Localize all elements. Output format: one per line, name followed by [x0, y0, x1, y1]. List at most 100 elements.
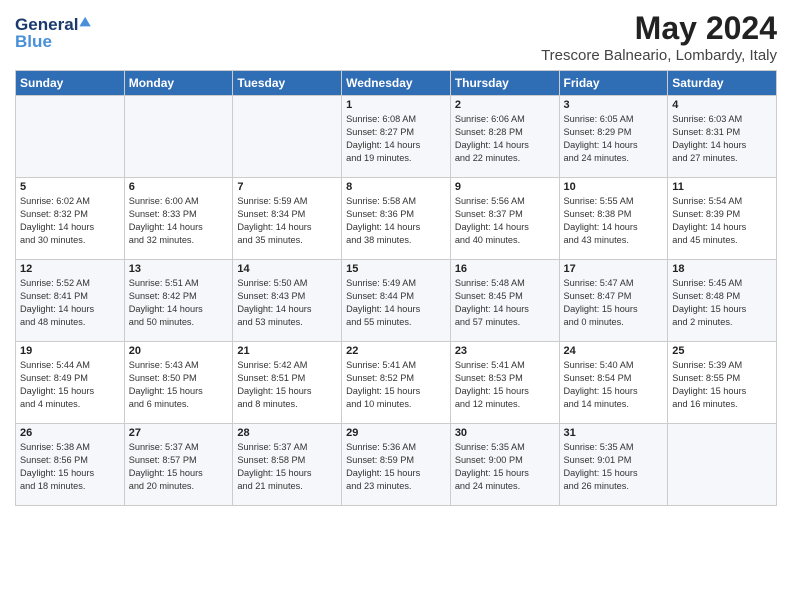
calendar-cell: 12 Sunrise: 5:52 AM Sunset: 8:41 PM Dayli…: [16, 260, 125, 342]
calendar-cell: 6Sunrise: 6:00 AM Sunset: 8:33 PM Daylig…: [124, 178, 233, 260]
calendar-cell: 19Sunrise: 5:44 AM Sunset: 8:49 PM Dayli…: [16, 342, 125, 424]
calendar-table: SundayMondayTuesdayWednesdayThursdayFrid…: [15, 70, 777, 506]
cell-info: Sunrise: 5:35 AM Sunset: 9:00 PM Dayligh…: [455, 441, 555, 493]
col-header-sunday: Sunday: [16, 71, 125, 96]
day-number: 26: [20, 427, 120, 439]
day-number: 5: [20, 181, 120, 193]
day-number: 11: [672, 181, 772, 193]
col-header-tuesday: Tuesday: [233, 71, 342, 96]
cell-info: Sunrise: 5:49 AM Sunset: 8:44 PM Dayligh…: [346, 277, 446, 329]
calendar-cell: 5Sunrise: 6:02 AM Sunset: 8:32 PM Daylig…: [16, 178, 125, 260]
calendar-cell: 11 Sunrise: 5:54 AM Sunset: 8:39 PM Dayli…: [668, 178, 777, 260]
day-number: 14: [237, 263, 337, 275]
day-number: 25: [672, 345, 772, 357]
day-number: 9: [455, 181, 555, 193]
logo: General Blue: [15, 10, 105, 55]
calendar-week-5: 26 Sunrise: 5:38 AM Sunset: 8:56 PM Dayli…: [16, 424, 777, 506]
cell-info: Sunrise: 6:06 AM Sunset: 8:28 PM Dayligh…: [455, 113, 555, 165]
day-number: 7: [237, 181, 337, 193]
cell-info: Sunrise: 5:50 AM Sunset: 8:43 PM Dayligh…: [237, 277, 337, 329]
calendar-cell: 26 Sunrise: 5:38 AM Sunset: 8:56 PM Dayli…: [16, 424, 125, 506]
day-number: 2: [455, 99, 555, 111]
calendar-cell: 22 Sunrise: 5:41 AM Sunset: 8:52 PM Dayli…: [342, 342, 451, 424]
calendar-cell: 7 Sunrise: 5:59 AM Sunset: 8:34 PM Daylig…: [233, 178, 342, 260]
calendar-header-row: SundayMondayTuesdayWednesdayThursdayFrid…: [16, 71, 777, 96]
calendar-cell: 2 Sunrise: 6:06 AM Sunset: 8:28 PM Daylig…: [450, 96, 559, 178]
day-number: 16: [455, 263, 555, 275]
cell-info: Sunrise: 6:03 AM Sunset: 8:31 PM Dayligh…: [672, 113, 772, 165]
day-number: 8: [346, 181, 446, 193]
main-title: May 2024: [541, 10, 777, 47]
calendar-cell: 1Sunrise: 6:08 AM Sunset: 8:27 PM Daylig…: [342, 96, 451, 178]
calendar-cell: 23 Sunrise: 5:41 AM Sunset: 8:53 PM Dayli…: [450, 342, 559, 424]
cell-info: Sunrise: 5:45 AM Sunset: 8:48 PM Dayligh…: [672, 277, 772, 329]
cell-info: Sunrise: 5:36 AM Sunset: 8:59 PM Dayligh…: [346, 441, 446, 493]
calendar-cell: 25 Sunrise: 5:39 AM Sunset: 8:55 PM Dayli…: [668, 342, 777, 424]
day-number: 12: [20, 263, 120, 275]
cell-info: Sunrise: 5:43 AM Sunset: 8:50 PM Dayligh…: [129, 359, 229, 411]
svg-text:Blue: Blue: [15, 32, 52, 51]
cell-info: Sunrise: 5:39 AM Sunset: 8:55 PM Dayligh…: [672, 359, 772, 411]
calendar-cell: 17 Sunrise: 5:47 AM Sunset: 8:47 PM Dayli…: [559, 260, 668, 342]
cell-info: Sunrise: 5:40 AM Sunset: 8:54 PM Dayligh…: [564, 359, 664, 411]
day-number: 30: [455, 427, 555, 439]
day-number: 10: [564, 181, 664, 193]
calendar-cell: [124, 96, 233, 178]
day-number: 21: [237, 345, 337, 357]
calendar-week-4: 19Sunrise: 5:44 AM Sunset: 8:49 PM Dayli…: [16, 342, 777, 424]
col-header-saturday: Saturday: [668, 71, 777, 96]
calendar-cell: 16Sunrise: 5:48 AM Sunset: 8:45 PM Dayli…: [450, 260, 559, 342]
day-number: 6: [129, 181, 229, 193]
cell-info: Sunrise: 5:41 AM Sunset: 8:53 PM Dayligh…: [455, 359, 555, 411]
cell-info: Sunrise: 5:41 AM Sunset: 8:52 PM Dayligh…: [346, 359, 446, 411]
calendar-cell: 10 Sunrise: 5:55 AM Sunset: 8:38 PM Dayli…: [559, 178, 668, 260]
calendar-cell: 4Sunrise: 6:03 AM Sunset: 8:31 PM Daylig…: [668, 96, 777, 178]
day-number: 23: [455, 345, 555, 357]
day-number: 22: [346, 345, 446, 357]
page: General Blue May 2024 Trescore Balneario…: [0, 0, 792, 516]
calendar-cell: [16, 96, 125, 178]
cell-info: Sunrise: 5:56 AM Sunset: 8:37 PM Dayligh…: [455, 195, 555, 247]
day-number: 18: [672, 263, 772, 275]
calendar-cell: 18 Sunrise: 5:45 AM Sunset: 8:48 PM Dayli…: [668, 260, 777, 342]
cell-info: Sunrise: 5:38 AM Sunset: 8:56 PM Dayligh…: [20, 441, 120, 493]
col-header-wednesday: Wednesday: [342, 71, 451, 96]
day-number: 17: [564, 263, 664, 275]
calendar-cell: 20Sunrise: 5:43 AM Sunset: 8:50 PM Dayli…: [124, 342, 233, 424]
calendar-cell: [668, 424, 777, 506]
calendar-cell: 21Sunrise: 5:42 AM Sunset: 8:51 PM Dayli…: [233, 342, 342, 424]
calendar-cell: 29 Sunrise: 5:36 AM Sunset: 8:59 PM Dayli…: [342, 424, 451, 506]
cell-info: Sunrise: 5:37 AM Sunset: 8:58 PM Dayligh…: [237, 441, 337, 493]
col-header-monday: Monday: [124, 71, 233, 96]
cell-info: Sunrise: 5:51 AM Sunset: 8:42 PM Dayligh…: [129, 277, 229, 329]
calendar-cell: 28 Sunrise: 5:37 AM Sunset: 8:58 PM Dayli…: [233, 424, 342, 506]
cell-info: Sunrise: 5:37 AM Sunset: 8:57 PM Dayligh…: [129, 441, 229, 493]
cell-info: Sunrise: 5:35 AM Sunset: 9:01 PM Dayligh…: [564, 441, 664, 493]
col-header-friday: Friday: [559, 71, 668, 96]
calendar-week-2: 5Sunrise: 6:02 AM Sunset: 8:32 PM Daylig…: [16, 178, 777, 260]
calendar-week-3: 12 Sunrise: 5:52 AM Sunset: 8:41 PM Dayli…: [16, 260, 777, 342]
calendar-body: 1Sunrise: 6:08 AM Sunset: 8:27 PM Daylig…: [16, 96, 777, 506]
cell-info: Sunrise: 5:59 AM Sunset: 8:34 PM Dayligh…: [237, 195, 337, 247]
cell-info: Sunrise: 5:47 AM Sunset: 8:47 PM Dayligh…: [564, 277, 664, 329]
calendar-cell: 9 Sunrise: 5:56 AM Sunset: 8:37 PM Daylig…: [450, 178, 559, 260]
calendar-cell: 24Sunrise: 5:40 AM Sunset: 8:54 PM Dayli…: [559, 342, 668, 424]
day-number: 31: [564, 427, 664, 439]
day-number: 13: [129, 263, 229, 275]
day-number: 29: [346, 427, 446, 439]
calendar-cell: 15 Sunrise: 5:49 AM Sunset: 8:44 PM Dayli…: [342, 260, 451, 342]
calendar-cell: 3Sunrise: 6:05 AM Sunset: 8:29 PM Daylig…: [559, 96, 668, 178]
cell-info: Sunrise: 5:44 AM Sunset: 8:49 PM Dayligh…: [20, 359, 120, 411]
calendar-cell: 13 Sunrise: 5:51 AM Sunset: 8:42 PM Dayli…: [124, 260, 233, 342]
day-number: 15: [346, 263, 446, 275]
cell-info: Sunrise: 5:54 AM Sunset: 8:39 PM Dayligh…: [672, 195, 772, 247]
cell-info: Sunrise: 5:52 AM Sunset: 8:41 PM Dayligh…: [20, 277, 120, 329]
day-number: 28: [237, 427, 337, 439]
calendar-cell: 31 Sunrise: 5:35 AM Sunset: 9:01 PM Dayli…: [559, 424, 668, 506]
calendar-cell: 30 Sunrise: 5:35 AM Sunset: 9:00 PM Dayli…: [450, 424, 559, 506]
day-number: 1: [346, 99, 446, 111]
cell-info: Sunrise: 5:58 AM Sunset: 8:36 PM Dayligh…: [346, 195, 446, 247]
cell-info: Sunrise: 5:55 AM Sunset: 8:38 PM Dayligh…: [564, 195, 664, 247]
subtitle: Trescore Balneario, Lombardy, Italy: [541, 47, 777, 64]
calendar-cell: 27Sunrise: 5:37 AM Sunset: 8:57 PM Dayli…: [124, 424, 233, 506]
